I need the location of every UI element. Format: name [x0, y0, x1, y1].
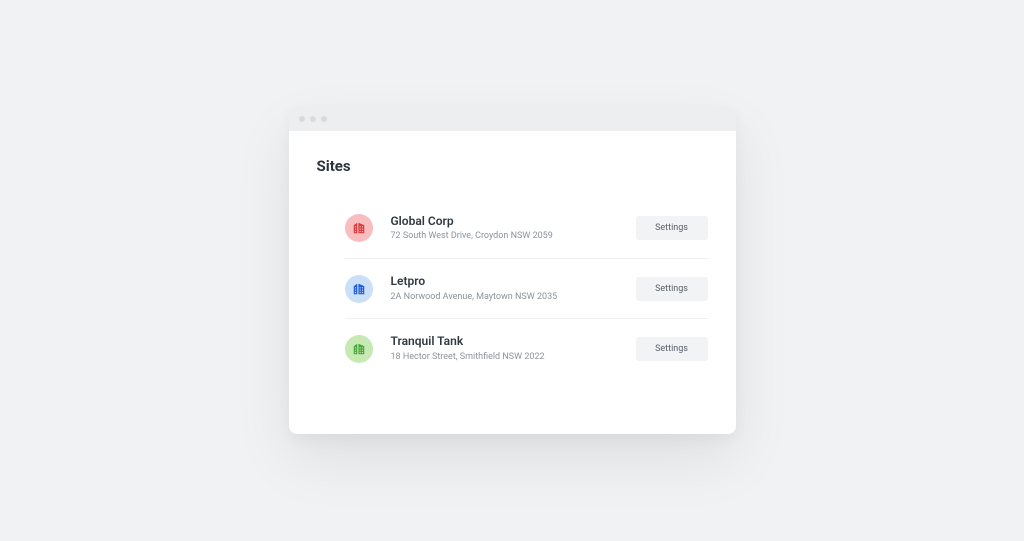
site-address: 2A Norwood Avenue, Maytown NSW 2035: [391, 291, 636, 304]
browser-window: Sites Global Corp 72 South West Drive, C…: [289, 107, 736, 435]
window-control-close[interactable]: [299, 116, 305, 122]
site-row: Letpro 2A Norwood Avenue, Maytown NSW 20…: [345, 259, 708, 319]
site-avatar: [345, 335, 373, 363]
window-control-minimize[interactable]: [310, 116, 316, 122]
building-icon: [352, 342, 366, 356]
building-icon: [352, 282, 366, 296]
site-address: 72 South West Drive, Croydon NSW 2059: [391, 230, 636, 243]
site-name: Letpro: [391, 274, 636, 290]
site-info: Letpro 2A Norwood Avenue, Maytown NSW 20…: [391, 274, 636, 303]
page-heading: Sites: [317, 157, 708, 175]
page-content: Sites Global Corp 72 South West Drive, C…: [289, 131, 736, 435]
site-info: Global Corp 72 South West Drive, Croydon…: [391, 214, 636, 243]
settings-button[interactable]: Settings: [636, 277, 708, 301]
site-row: Global Corp 72 South West Drive, Croydon…: [345, 199, 708, 259]
site-info: Tranquil Tank 18 Hector Street, Smithfie…: [391, 334, 636, 363]
site-name: Global Corp: [391, 214, 636, 230]
site-address: 18 Hector Street, Smithfield NSW 2022: [391, 351, 636, 364]
building-icon: [352, 221, 366, 235]
window-titlebar: [289, 107, 736, 131]
settings-button[interactable]: Settings: [636, 216, 708, 240]
site-avatar: [345, 275, 373, 303]
settings-button[interactable]: Settings: [636, 337, 708, 361]
site-row: Tranquil Tank 18 Hector Street, Smithfie…: [345, 319, 708, 378]
site-avatar: [345, 214, 373, 242]
site-name: Tranquil Tank: [391, 334, 636, 350]
window-control-maximize[interactable]: [321, 116, 327, 122]
sites-list: Global Corp 72 South West Drive, Croydon…: [317, 199, 708, 379]
